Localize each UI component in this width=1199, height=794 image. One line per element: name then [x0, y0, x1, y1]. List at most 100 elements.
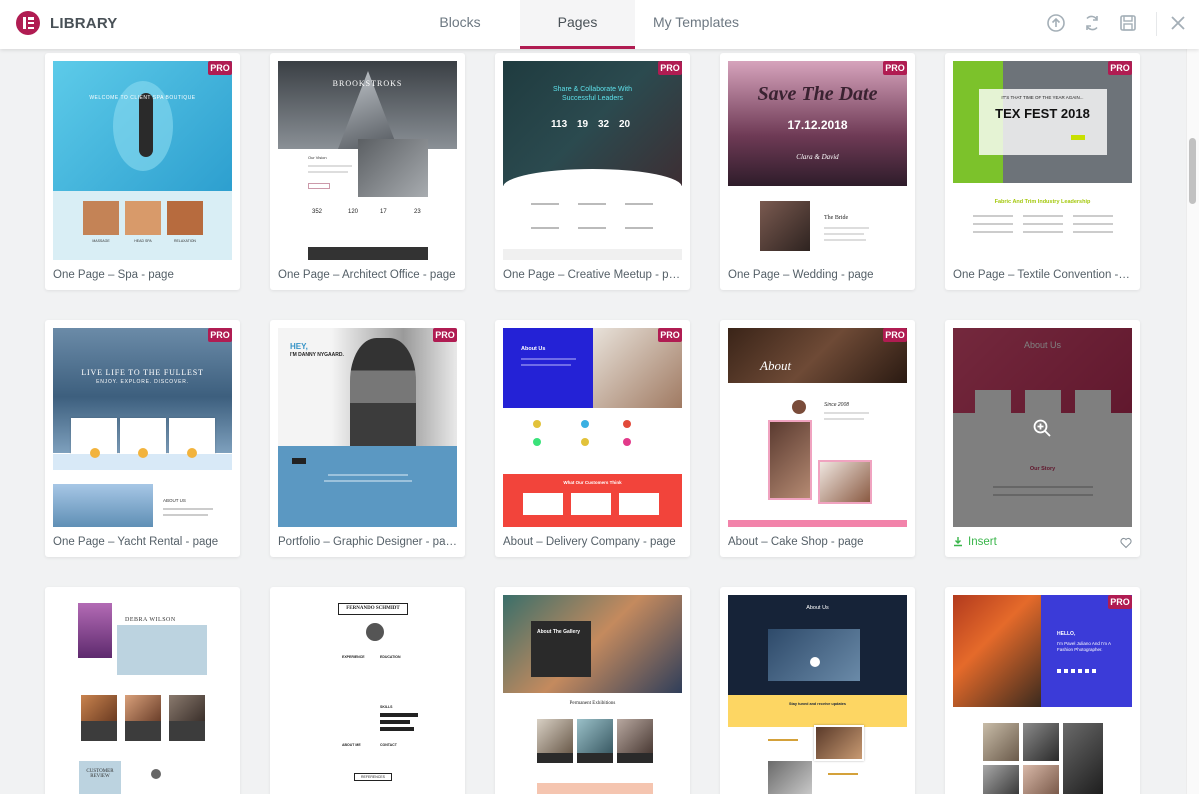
pro-badge: PRO: [1108, 61, 1132, 75]
template-card-yacht-rental[interactable]: LIVE LIFE TO THE FULLEST ENJOY. EXPLORE.…: [45, 320, 240, 557]
template-title: About – Cake Shop - page: [728, 536, 864, 548]
template-thumbnail[interactable]: About Us Our Story: [953, 328, 1132, 527]
thumb-headline: Successful Leaders: [561, 95, 624, 102]
template-thumbnail[interactable]: About The Gallery Permanent Exhibitions: [503, 595, 682, 794]
template-card-row3-3[interactable]: About The Gallery Permanent Exhibitions: [495, 587, 690, 794]
template-thumbnail[interactable]: About Since 2008: [728, 328, 907, 527]
thumb-label: The Bride: [824, 215, 849, 221]
thumb-stat: 17: [380, 209, 387, 215]
tab-my-templates[interactable]: My Templates: [635, 0, 757, 49]
pro-badge: PRO: [208, 328, 232, 342]
template-thumbnail[interactable]: About Us What Our Customers Think: [503, 328, 682, 527]
thumb-headline: About Us: [521, 346, 546, 352]
thumb-counter: 113: [551, 119, 568, 130]
tab-blocks[interactable]: Blocks: [400, 0, 520, 49]
template-title: Portfolio – Graphic Designer - page: [278, 536, 458, 548]
pro-badge: PRO: [208, 61, 232, 75]
template-card-hovered[interactable]: About Us Our Story Insert: [945, 320, 1140, 557]
template-card-row3-5[interactable]: HELLO, I'm Pavel Juliano And I'm A Fashi…: [945, 587, 1140, 794]
template-thumbnail[interactable]: HEY, I'M DANNY NYGAARD.: [278, 328, 457, 527]
thumb-label: EDUCATION: [380, 655, 401, 659]
thumb-label: HEAD SPA: [134, 239, 152, 243]
thumb-label: IT'S THAT TIME OF THE YEAR AGAIN...: [1001, 95, 1084, 100]
pro-badge: PRO: [658, 61, 682, 75]
thumb-stat: 120: [348, 209, 359, 215]
thumb-headline: HELLO,: [1057, 631, 1076, 637]
thumb-stat: 352: [312, 209, 323, 215]
save-icon[interactable]: [1118, 13, 1138, 33]
sync-icon[interactable]: [1082, 13, 1102, 33]
template-card-delivery-company[interactable]: About Us What Our Customers Think PRO Ab…: [495, 320, 690, 557]
template-card-cake-shop[interactable]: About Since 2008 PRO About – Cake Shop -…: [720, 320, 915, 557]
thumb-label: Permanent Exhibitions: [569, 701, 616, 706]
pro-badge: PRO: [1108, 595, 1132, 609]
template-thumbnail[interactable]: DEBRA WILSON CUSTOMER REVIEW: [53, 595, 232, 794]
download-icon: [954, 537, 962, 547]
thumb-label: MASSAGE: [92, 239, 110, 243]
library-header: LIBRARY Blocks Pages My Templates: [0, 0, 1199, 49]
thumb-date: 17.12.2018: [787, 118, 848, 132]
thumb-label: ABOUT US: [163, 498, 186, 503]
template-card-row3-2[interactable]: FERNANDO SCHMIDT EXPERIENCE EDUCATION SK…: [270, 587, 465, 794]
upload-icon[interactable]: [1046, 13, 1066, 33]
template-card-spa[interactable]: WELCOME TO CLIENT SPA BOUTIQUE MASSAGE H…: [45, 53, 240, 290]
template-thumbnail[interactable]: Save The Date 17.12.2018 Clara & David T…: [728, 61, 907, 260]
template-card-architect-office[interactable]: BROOKSTROKS Our Vision 352 120 17 23 One…: [270, 53, 465, 290]
template-thumbnail[interactable]: Share & Collaborate With Successful Lead…: [503, 61, 682, 260]
template-thumbnail[interactable]: IT'S THAT TIME OF THE YEAR AGAIN... TEX …: [953, 61, 1132, 260]
template-title: About – Delivery Company - page: [503, 536, 676, 548]
template-title: One Page – Spa - page: [53, 269, 174, 281]
thumb-stat: 23: [414, 209, 421, 215]
thumb-headline: TEX FEST 2018: [995, 106, 1090, 121]
pro-badge: PRO: [433, 328, 457, 342]
thumb-headline: FERNANDO SCHMIDT: [346, 606, 400, 611]
heart-icon[interactable]: [1120, 536, 1132, 549]
thumb-headline: WELCOME TO CLIENT SPA BOUTIQUE: [89, 95, 196, 101]
thumb-label: CONTACT: [380, 743, 397, 747]
thumb-headline: About The Gallery: [537, 629, 581, 635]
thumb-subheadline: I'M DANNY NYGAARD.: [290, 352, 344, 358]
thumb-names: Clara & David: [796, 153, 839, 161]
template-thumbnail[interactable]: FERNANDO SCHMIDT EXPERIENCE EDUCATION SK…: [278, 595, 457, 794]
thumb-counter: 32: [598, 119, 610, 130]
thumb-headline: About: [760, 358, 792, 373]
template-thumbnail[interactable]: About Us Stay tuned and receive updates: [728, 595, 907, 794]
insert-button[interactable]: Insert: [953, 536, 997, 548]
template-card-creative-meetup[interactable]: Share & Collaborate With Successful Lead…: [495, 53, 690, 290]
scrollbar-thumb[interactable]: [1189, 138, 1196, 204]
template-title: One Page – Textile Convention - page: [953, 269, 1133, 281]
thumb-headline: HEY,: [290, 342, 308, 351]
thumb-headline: LIVE LIFE TO THE FULLEST: [81, 368, 204, 377]
template-card-graphic-designer[interactable]: HEY, I'M DANNY NYGAARD. PRO Portfolio – …: [270, 320, 465, 557]
thumb-counter: 19: [577, 119, 589, 130]
thumb-label: ABOUT ME: [342, 743, 361, 747]
zoom-icon[interactable]: [1032, 418, 1052, 438]
template-thumbnail[interactable]: WELCOME TO CLIENT SPA BOUTIQUE MASSAGE H…: [53, 61, 232, 260]
thumb-label: Our Vision: [308, 155, 327, 160]
template-thumbnail[interactable]: BROOKSTROKS Our Vision 352 120 17 23: [278, 61, 457, 260]
template-card-row3-1[interactable]: DEBRA WILSON CUSTOMER REVIEW: [45, 587, 240, 794]
insert-label: Insert: [968, 536, 997, 548]
template-title: One Page – Yacht Rental - page: [53, 536, 219, 548]
close-icon[interactable]: [1168, 13, 1188, 33]
template-card-row3-4[interactable]: About Us Stay tuned and receive updates: [720, 587, 915, 794]
template-card-textile-convention[interactable]: IT'S THAT TIME OF THE YEAR AGAIN... TEX …: [945, 53, 1140, 290]
template-thumbnail[interactable]: HELLO, I'm Pavel Juliano And I'm A Fashi…: [953, 595, 1132, 794]
thumb-subheadline: I'm Pavel Juliano And I'm A Fashion Phot…: [1057, 641, 1111, 653]
template-card-wedding[interactable]: Save The Date 17.12.2018 Clara & David T…: [720, 53, 915, 290]
template-title: One Page – Creative Meetup - page: [503, 269, 683, 281]
header-divider: [1156, 12, 1157, 36]
thumb-headline: Save The Date: [757, 83, 878, 105]
thumb-label: Stay tuned and receive updates: [789, 702, 846, 706]
library-logo: LIBRARY: [16, 11, 118, 35]
thumb-headline: Share & Collaborate With: [553, 86, 632, 93]
thumb-label: Since 2008: [824, 402, 850, 408]
library-title: LIBRARY: [50, 14, 118, 32]
template-thumbnail[interactable]: LIVE LIFE TO THE FULLEST ENJOY. EXPLORE.…: [53, 328, 232, 527]
thumb-label: SKILLS: [380, 705, 393, 709]
tab-pages[interactable]: Pages: [520, 0, 635, 49]
pro-badge: PRO: [883, 328, 907, 342]
thumb-headline: BROOKSTROKS: [332, 79, 403, 88]
thumb-label: What Our Customers Think: [563, 480, 622, 485]
elementor-logo-icon: [16, 11, 40, 35]
